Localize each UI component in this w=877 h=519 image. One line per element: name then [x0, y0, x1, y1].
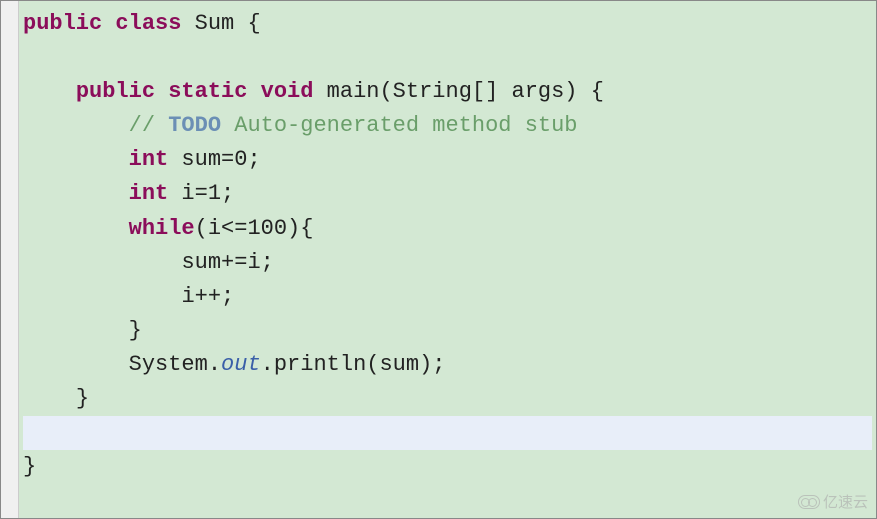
comment-text: Auto-generated method stub [221, 113, 577, 138]
brace-close: } [76, 386, 89, 411]
todo-tag: TODO [168, 113, 221, 138]
statement: sum+=i; [181, 250, 273, 275]
code-line: sum+=i; [23, 246, 872, 280]
watermark-text: 亿速云 [823, 491, 868, 512]
statement: sum=0; [168, 147, 260, 172]
code-line-comment: // TODO Auto-generated method stub [23, 109, 872, 143]
system-ref: System. [129, 352, 221, 377]
code-line-blank [23, 41, 872, 75]
keyword-while: while [129, 216, 195, 241]
watermark: 亿速云 [798, 491, 868, 512]
code-line: System.out.println(sum); [23, 348, 872, 382]
code-line: int sum=0; [23, 143, 872, 177]
brace-close: } [23, 454, 36, 479]
code-line: } [23, 382, 872, 416]
code-editor[interactable]: public class Sum { public static void ma… [19, 1, 876, 518]
class-name: Sum [195, 11, 235, 36]
keyword-int: int [129, 181, 169, 206]
gutter [1, 1, 19, 518]
code-line: while(i<=100){ [23, 212, 872, 246]
keyword-void: void [261, 79, 314, 104]
keyword-int: int [129, 147, 169, 172]
keyword-public: public [23, 11, 102, 36]
code-line: int i=1; [23, 177, 872, 211]
statement: i=1; [168, 181, 234, 206]
code-line: public static void main(String[] args) { [23, 75, 872, 109]
while-condition: (i<=100){ [195, 216, 314, 241]
code-line: } [23, 450, 872, 484]
watermark-icon [798, 495, 820, 509]
code-line: public class Sum { [23, 7, 872, 41]
println-call: .println(sum); [261, 352, 446, 377]
comment-marker: // [129, 113, 169, 138]
code-line: i++; [23, 280, 872, 314]
static-field-out: out [221, 352, 261, 377]
keyword-class: class [115, 11, 181, 36]
keyword-public: public [76, 79, 155, 104]
keyword-static: static [168, 79, 247, 104]
brace-close: } [129, 318, 142, 343]
method-signature: main(String[] args) { [313, 79, 603, 104]
code-line-current [23, 416, 872, 450]
code-line: } [23, 314, 872, 348]
brace-open: { [234, 11, 260, 36]
statement: i++; [181, 284, 234, 309]
